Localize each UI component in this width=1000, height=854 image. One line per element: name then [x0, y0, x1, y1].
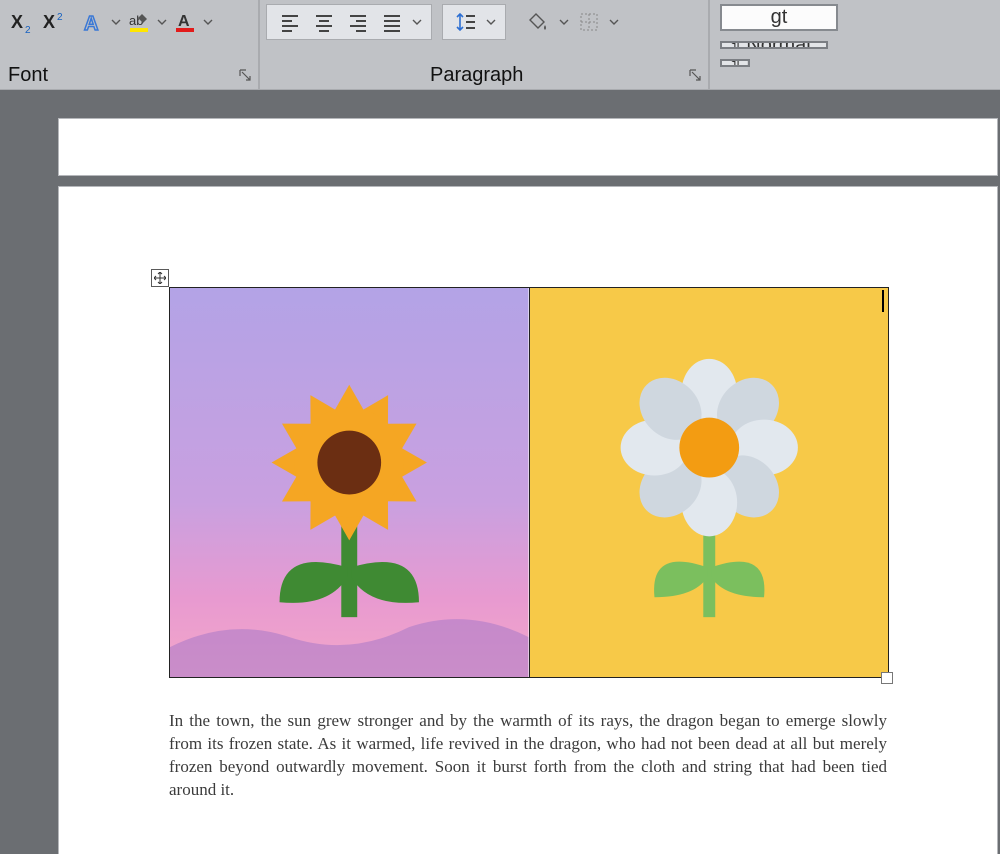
borders-button[interactable] — [574, 7, 604, 37]
superscript-button[interactable]: X2 — [38, 7, 68, 37]
image-table[interactable] — [169, 287, 889, 678]
svg-text:2: 2 — [25, 25, 31, 34]
paragraph-dialog-launcher[interactable] — [688, 68, 702, 82]
styles-group: ¶ Normal ¶ N — [710, 0, 1000, 89]
previous-page-edge — [58, 118, 998, 176]
svg-text:X: X — [11, 12, 23, 32]
font-dialog-launcher[interactable] — [238, 68, 252, 82]
shading-button[interactable] — [524, 7, 554, 37]
borders-dropdown[interactable] — [608, 7, 620, 37]
table-resize-handle[interactable] — [881, 672, 893, 684]
shading-dropdown[interactable] — [558, 7, 570, 37]
svg-text:A: A — [84, 13, 98, 34]
svg-text:X: X — [43, 12, 55, 32]
font-color-button[interactable]: A — [170, 7, 200, 37]
align-left-button[interactable] — [275, 7, 305, 37]
paragraph-group: Paragraph — [260, 0, 710, 89]
alignment-box — [266, 4, 432, 40]
highlight-color-dropdown[interactable] — [156, 7, 168, 37]
align-center-button[interactable] — [309, 7, 339, 37]
shading-borders-box — [516, 4, 628, 40]
document-background: In the town, the sun grew stronger and b… — [0, 90, 1000, 854]
style-normal[interactable]: ¶ Normal — [720, 41, 828, 49]
table-cell-left[interactable] — [170, 288, 530, 678]
ribbon-toolbar: X2 X2 A ab A Font — [0, 0, 1000, 90]
font-color-dropdown[interactable] — [202, 7, 214, 37]
daisy-image — [530, 288, 889, 677]
document-page[interactable]: In the town, the sun grew stronger and b… — [58, 186, 998, 854]
highlight-color-button[interactable]: ab — [124, 7, 154, 37]
line-spacing-button[interactable] — [451, 7, 481, 37]
text-effects-dropdown[interactable] — [110, 7, 122, 37]
line-spacing-dropdown[interactable] — [485, 7, 497, 37]
font-group: X2 X2 A ab A Font — [0, 0, 260, 89]
text-cursor — [882, 290, 884, 312]
align-justify-button[interactable] — [377, 7, 407, 37]
style-next-partial[interactable]: ¶ N — [720, 59, 750, 67]
align-right-button[interactable] — [343, 7, 373, 37]
line-spacing-box — [442, 4, 506, 40]
svg-text:A: A — [178, 13, 190, 30]
subscript-button[interactable]: X2 — [6, 7, 36, 37]
style-name-input[interactable] — [720, 4, 838, 31]
text-effects-button[interactable]: A — [78, 7, 108, 37]
font-group-label: Font — [8, 64, 48, 87]
paragraph-group-label: Paragraph — [430, 64, 523, 87]
table-cell-right[interactable] — [529, 288, 889, 678]
table-move-handle[interactable] — [151, 269, 169, 287]
sunflower-image — [170, 288, 529, 677]
table-wrapper — [169, 287, 887, 678]
svg-text:2: 2 — [57, 12, 63, 23]
body-paragraph[interactable]: In the town, the sun grew stronger and b… — [169, 710, 887, 802]
align-dropdown[interactable] — [411, 7, 423, 37]
